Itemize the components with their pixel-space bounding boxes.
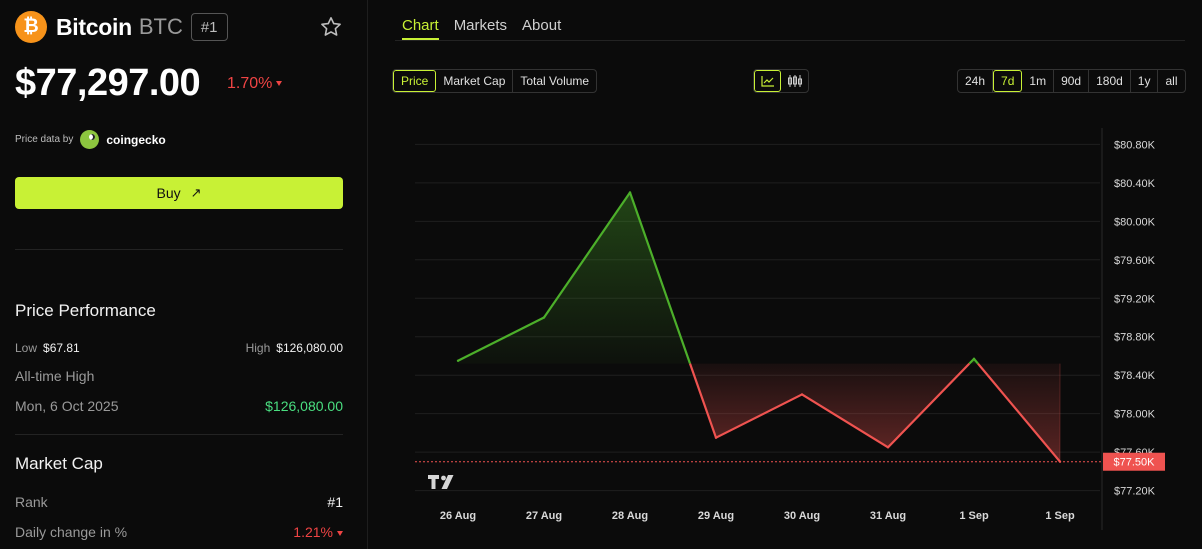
- price-data-source[interactable]: coingecko: [106, 133, 165, 147]
- low-value: $67.81: [43, 341, 80, 355]
- daily-change-label: Daily change in %: [15, 524, 128, 540]
- range-24h[interactable]: 24h: [958, 70, 994, 92]
- chart-type-selector: [753, 69, 809, 93]
- high-value: $126,080.00: [276, 341, 343, 355]
- y-tick-label: $80.80K: [1114, 139, 1156, 151]
- data-point: [800, 393, 804, 396]
- data-point: [886, 446, 890, 449]
- divider: [15, 249, 343, 250]
- x-tick-label: 30 Aug: [784, 510, 820, 522]
- daily-change-value: 1.21%: [293, 524, 343, 540]
- y-tick-label: $78.00K: [1114, 409, 1156, 421]
- price-performance-title: Price Performance: [15, 301, 156, 320]
- tradingview-logo-icon: [428, 475, 454, 489]
- daily-change-number: 1.21%: [293, 524, 333, 540]
- tab-chart[interactable]: Chart: [402, 17, 439, 34]
- x-tick-label: 1 Sep: [1045, 510, 1075, 522]
- metric-total-volume[interactable]: Total Volume: [513, 70, 596, 92]
- high-label: High: [245, 341, 271, 355]
- data-point: [628, 191, 632, 194]
- candlestick-icon[interactable]: [781, 70, 808, 92]
- y-tick-label: $77.20K: [1114, 486, 1156, 498]
- low-label: Low: [15, 341, 38, 355]
- buy-button[interactable]: Buy ↗: [15, 177, 343, 209]
- range-all[interactable]: all: [1158, 70, 1184, 92]
- range-180d[interactable]: 180d: [1089, 70, 1131, 92]
- x-tick-label: 26 Aug: [440, 510, 476, 522]
- arrow-up-right-icon: ↗: [190, 185, 202, 200]
- y-tick-label: $78.80K: [1114, 332, 1156, 344]
- price-data-label: Price data by: [15, 134, 74, 145]
- data-point: [456, 359, 460, 362]
- price-change-value: 1.70%: [227, 75, 273, 92]
- range-7d[interactable]: 7d: [993, 70, 1023, 92]
- price-chart[interactable]: $80.80K $80.40K $80.00K $79.60K $79.20K $78.8…: [400, 110, 1202, 549]
- y-tick-label: $80.40K: [1114, 178, 1156, 190]
- tab-divider: [395, 40, 1185, 41]
- price-data-attribution: Price data by coingecko: [15, 130, 166, 149]
- y-tick-label: $78.40K: [1114, 370, 1156, 382]
- rank-row: Rank #1: [15, 494, 343, 510]
- tab-markets[interactable]: Markets: [454, 17, 507, 34]
- ath-label: All-time High: [15, 368, 95, 384]
- down-triangle-icon: [337, 530, 343, 536]
- metric-market-cap[interactable]: Market Cap: [436, 70, 514, 92]
- ath-row: Mon, 6 Oct 2025 $126,080.00: [15, 398, 343, 414]
- y-tick-label: $80.00K: [1114, 216, 1156, 228]
- range-1y[interactable]: 1y: [1131, 70, 1159, 92]
- buy-label: Buy: [156, 185, 181, 201]
- metric-price[interactable]: Price: [393, 70, 437, 92]
- divider: [15, 434, 343, 435]
- price-chart-svg: $80.80K $80.40K $80.00K $79.60K $79.20K $78.8…: [415, 128, 1165, 530]
- data-point: [714, 436, 718, 439]
- low-high-row: Low $67.81 High $126,080.00: [15, 341, 343, 355]
- last-price-label: $77.50K: [1114, 457, 1156, 469]
- area-above-baseline: [458, 192, 691, 364]
- coin-header: ₿ Bitcoin BTC #1: [15, 11, 228, 43]
- metric-selector: Price Market Cap Total Volume: [392, 69, 598, 93]
- range-1m[interactable]: 1m: [1022, 70, 1055, 92]
- coin-name: Bitcoin: [56, 13, 132, 40]
- current-price: $77,297.00: [15, 62, 201, 104]
- down-triangle-icon: [276, 81, 283, 87]
- y-tick-label: $79.60K: [1114, 255, 1156, 267]
- coingecko-logo-icon: [80, 130, 100, 149]
- ath-date: Mon, 6 Oct 2025: [15, 398, 119, 414]
- x-tick-label: 31 Aug: [870, 510, 906, 522]
- price-change: 1.70%: [227, 75, 283, 93]
- ath-label-row: All-time High: [15, 368, 343, 384]
- coin-panel: ₿ Bitcoin BTC #1 $77,297.00 1.70% Price …: [0, 0, 360, 549]
- x-tick-label: 1 Sep: [959, 510, 989, 522]
- market-cap-title: Market Cap: [15, 454, 103, 473]
- line-chart-icon[interactable]: [754, 70, 781, 92]
- panel-divider: [367, 0, 368, 549]
- data-point: [972, 357, 976, 361]
- rank-value: #1: [327, 494, 343, 510]
- bitcoin-logo-icon: ₿: [15, 11, 47, 43]
- daily-change-row: Daily change in % 1.21%: [15, 524, 343, 540]
- rank-label: Rank: [15, 494, 48, 510]
- rank-badge: #1: [190, 13, 228, 41]
- x-tick-label: 28 Aug: [612, 510, 648, 522]
- ath-value: $126,080.00: [265, 398, 343, 414]
- y-tick-label: $79.20K: [1114, 293, 1156, 305]
- data-point: [542, 316, 546, 319]
- range-selector: 24h 7d 1m 90d 180d 1y all: [957, 69, 1186, 93]
- range-90d[interactable]: 90d: [1054, 70, 1090, 92]
- tab-about[interactable]: About: [522, 17, 561, 34]
- tab-bar: Chart Markets About: [402, 17, 576, 34]
- star-icon[interactable]: [319, 15, 343, 39]
- x-tick-label: 29 Aug: [698, 510, 734, 522]
- coin-symbol: BTC: [138, 14, 183, 39]
- x-tick-label: 27 Aug: [526, 510, 562, 522]
